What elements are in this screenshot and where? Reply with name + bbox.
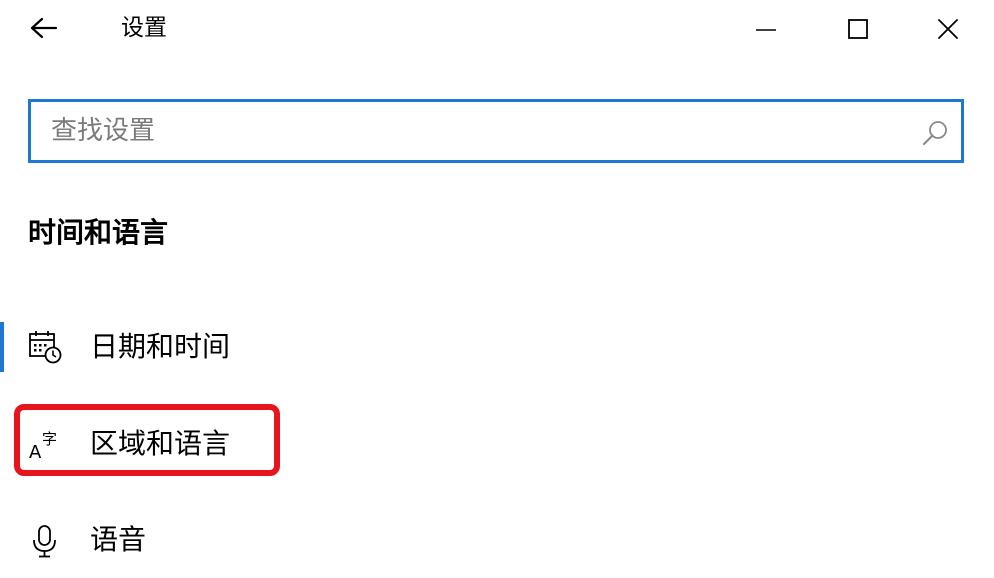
title-bar: 设置 xyxy=(0,0,994,58)
svg-text:A: A xyxy=(29,442,42,462)
search-box xyxy=(28,99,964,163)
microphone-icon xyxy=(33,525,56,558)
svg-text:字: 字 xyxy=(42,430,57,448)
nav-label-region-language: 区域和语言 xyxy=(90,427,231,460)
arrow-left-icon xyxy=(30,17,58,39)
nav-item-speech[interactable]: 语音 xyxy=(0,505,500,577)
maximize-icon xyxy=(848,19,868,39)
nav-label-speech: 语音 xyxy=(90,523,147,556)
active-indicator xyxy=(0,322,4,372)
nav-item-date-time[interactable]: 日期和时间 xyxy=(0,312,500,384)
nav-label-date-time: 日期和时间 xyxy=(90,330,231,363)
minimize-button[interactable] xyxy=(720,0,812,58)
close-button[interactable] xyxy=(902,0,994,58)
search-icon[interactable] xyxy=(921,119,949,147)
search-input[interactable] xyxy=(51,102,911,160)
settings-window: 设置 时间和语言 xyxy=(0,0,994,578)
close-icon xyxy=(938,19,958,39)
window-title: 设置 xyxy=(121,15,167,41)
calendar-clock-icon xyxy=(29,331,62,364)
maximize-button[interactable] xyxy=(812,0,904,58)
language-font-icon: A 字 xyxy=(29,430,57,462)
nav-item-region-language[interactable]: A 字 区域和语言 xyxy=(0,408,500,480)
back-button[interactable] xyxy=(14,6,74,50)
minimize-icon xyxy=(756,29,776,31)
section-title: 时间和语言 xyxy=(28,216,169,249)
